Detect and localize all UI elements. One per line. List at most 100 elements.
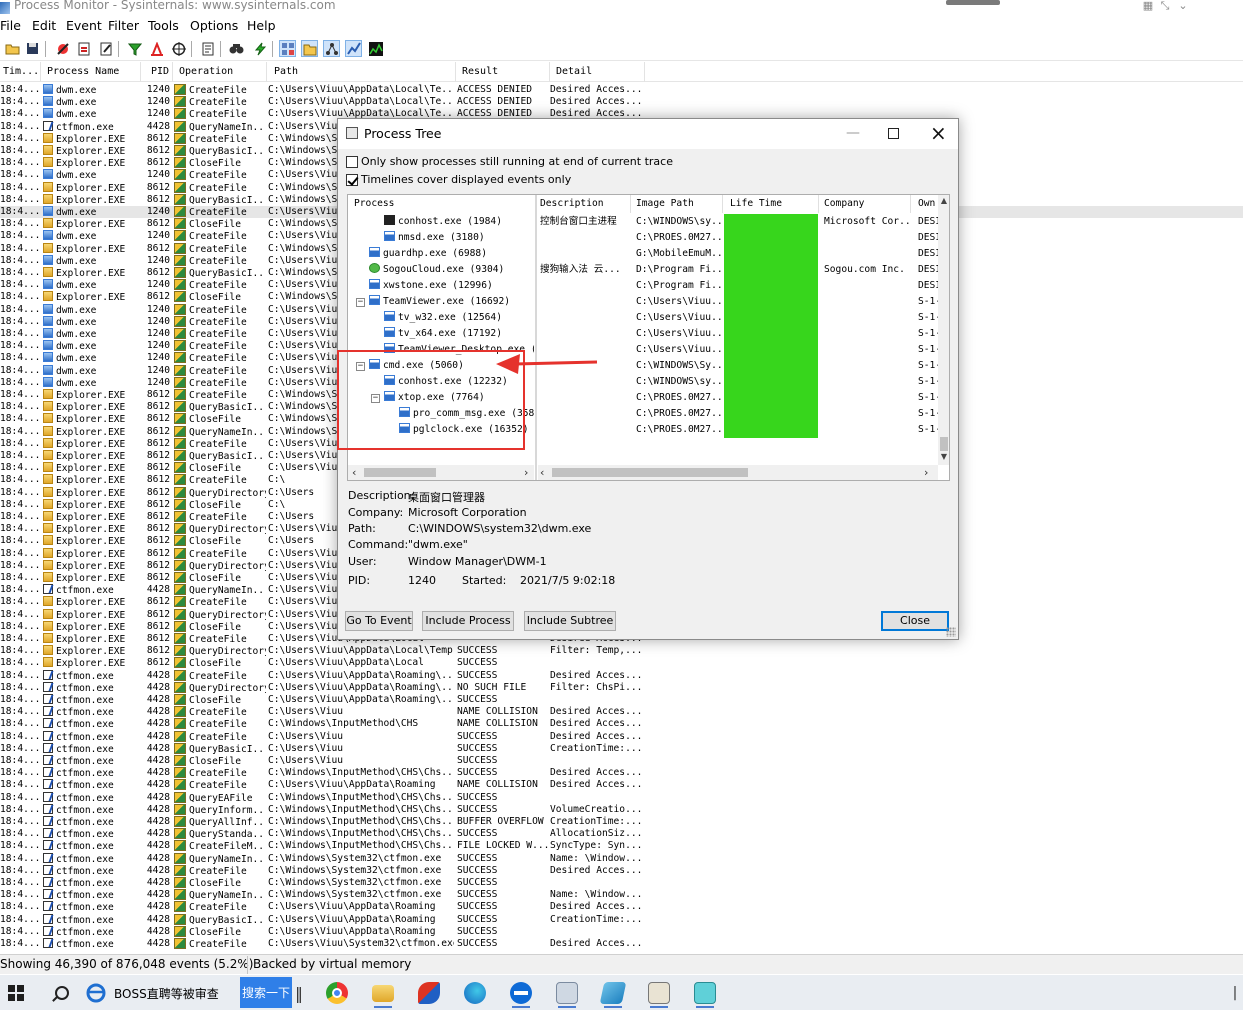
start-button[interactable]: [6, 978, 26, 1008]
network-activity-icon[interactable]: [323, 40, 340, 57]
taskbar-browser-task[interactable]: BOSS直聘等被审查: [86, 978, 236, 1008]
col-time[interactable]: Tim...: [3, 66, 39, 77]
table-row[interactable]: 18:4... ctfmon.exe 4428 CreateFile C:\Window…: [0, 767, 1243, 779]
minimize-icon[interactable]: —: [846, 125, 860, 141]
app-bird-icon[interactable]: [414, 978, 444, 1008]
search-icon[interactable]: [50, 978, 74, 1008]
menu-event[interactable]: Event: [66, 18, 102, 33]
scroll-left-icon[interactable]: ‹: [352, 466, 356, 479]
jump-icon[interactable]: [251, 40, 268, 57]
tree-node[interactable]: nmsd.exe (3180): [384, 230, 485, 246]
only-running-checkbox[interactable]: [346, 156, 358, 168]
col-detail[interactable]: Detail: [556, 66, 592, 77]
scroll-left-icon[interactable]: ‹: [540, 466, 544, 479]
table-row[interactable]: 18:4... ctfmon.exe 4428 CloseFile C:\Users\V…: [0, 694, 1243, 706]
table-row[interactable]: 18:4... dwm.exe 1240 CreateFile C:\Users\Viu…: [0, 84, 1243, 96]
teamviewer-icon[interactable]: [506, 978, 536, 1008]
table-row[interactable]: 18:4... ctfmon.exe 4428 QueryDirectory C:\Us…: [0, 681, 1243, 694]
pane-splitter[interactable]: [535, 195, 537, 480]
tree-col-company[interactable]: Company: [824, 195, 864, 213]
tree-node[interactable]: guardhp.exe (6988): [369, 246, 487, 262]
tree-collapse-icon[interactable]: −: [356, 298, 365, 307]
process-tree-icon[interactable]: [199, 40, 216, 57]
save-icon[interactable]: [24, 40, 41, 57]
process-activity-icon[interactable]: [345, 40, 362, 57]
target-icon[interactable]: [170, 40, 187, 57]
find-icon[interactable]: [228, 40, 245, 57]
window-drag-handle[interactable]: [946, 0, 1000, 5]
filter-icon[interactable]: [126, 40, 143, 57]
tree-left-hscrollbar[interactable]: ‹ ›: [348, 465, 534, 480]
search-button[interactable]: 搜索一下: [240, 977, 292, 1008]
tree-node[interactable]: SogouCloud.exe (9304): [369, 262, 504, 278]
table-row[interactable]: 18:4... Explorer.EXE 8612 QueryDirectory C:\…: [0, 645, 1243, 657]
tree-node[interactable]: conhost.exe (1984): [384, 214, 502, 230]
maximize-icon[interactable]: [888, 128, 899, 139]
chrome-icon[interactable]: [322, 978, 352, 1008]
clear-icon[interactable]: [97, 40, 114, 57]
table-row[interactable]: 18:4... ctfmon.exe 4428 CreateFile C:\Window…: [0, 718, 1243, 730]
resize-grip[interactable]: [946, 627, 956, 637]
close-icon[interactable]: ×: [930, 121, 947, 145]
col-path[interactable]: Path: [274, 66, 298, 77]
chevron-down-icon[interactable]: ⌄: [1176, 0, 1190, 12]
registry-activity-icon[interactable]: [279, 40, 296, 57]
profiling-icon[interactable]: [367, 40, 384, 57]
tree-col-owner[interactable]: Own: [918, 195, 935, 213]
table-row[interactable]: 18:4... ctfmon.exe 4428 QueryEAFile C:\Windo…: [0, 791, 1243, 804]
scroll-right-icon[interactable]: ›: [924, 466, 928, 479]
include-subtree-button[interactable]: Include Subtree: [524, 611, 616, 631]
timelines-checkbox[interactable]: [346, 174, 358, 186]
close-button[interactable]: Close: [881, 611, 949, 631]
table-row[interactable]: 18:4... ctfmon.exe 4428 CreateFile C:\Users\…: [0, 706, 1243, 718]
scroll-up-icon[interactable]: ▲: [938, 195, 949, 207]
table-row[interactable]: 18:4... ctfmon.exe 4428 CloseFile C:\Windows…: [0, 877, 1243, 889]
tree-right-hscrollbar[interactable]: ‹ ›: [538, 465, 938, 480]
scroll-thumb[interactable]: [552, 468, 748, 477]
autoscroll-icon[interactable]: [75, 40, 92, 57]
highlight-icon[interactable]: [148, 40, 165, 57]
table-row[interactable]: 18:4... ctfmon.exe 4428 QueryInform... C:\Wi…: [0, 803, 1243, 816]
scroll-thumb[interactable]: [364, 468, 436, 477]
table-row[interactable]: 18:4... ctfmon.exe 4428 CloseFile C:\Users\V…: [0, 925, 1243, 938]
col-pid[interactable]: PID: [151, 66, 169, 77]
tree-node[interactable]: xwstone.exe (12996): [369, 278, 493, 294]
tree-col-process[interactable]: Process: [354, 195, 394, 213]
app-folder-icon[interactable]: [644, 978, 674, 1008]
table-row[interactable]: 18:4... ctfmon.exe 4428 QueryAllInf... C:\Wi…: [0, 816, 1243, 828]
menu-filter[interactable]: Filter: [108, 18, 139, 33]
col-operation[interactable]: Operation: [179, 66, 233, 77]
app-window-icon[interactable]: [552, 978, 582, 1008]
table-row[interactable]: 18:4... ctfmon.exe 4428 CreateFile C:\Users\…: [0, 901, 1243, 913]
menu-file[interactable]: File: [0, 18, 21, 33]
file-explorer-icon[interactable]: [368, 978, 398, 1008]
table-row[interactable]: 18:4... ctfmon.exe 4428 CloseFile C:\Users\V…: [0, 755, 1243, 767]
table-row[interactable]: 18:4... ctfmon.exe 4428 CreateFile C:\Window…: [0, 864, 1243, 877]
include-process-button[interactable]: Include Process: [422, 611, 514, 631]
table-row[interactable]: 18:4... ctfmon.exe 4428 QueryNameIn... C:\Wi…: [0, 889, 1243, 901]
table-row[interactable]: 18:4... Explorer.EXE 8612 CloseFile C:\Users…: [0, 657, 1243, 669]
tree-col-life-time[interactable]: Life Time: [730, 195, 782, 213]
menu-help[interactable]: Help: [247, 18, 276, 33]
table-row[interactable]: 18:4... ctfmon.exe 4428 CreateFile C:\Users\…: [0, 669, 1243, 682]
app-notebook-icon[interactable]: [598, 978, 628, 1008]
table-row[interactable]: 18:4... ctfmon.exe 4428 QueryBasicI... C:\Us…: [0, 742, 1243, 755]
table-row[interactable]: 18:4... ctfmon.exe 4428 CreateFileM... C:\Wi…: [0, 840, 1243, 852]
tree-node[interactable]: tv_w32.exe (12564): [384, 310, 502, 326]
capture-icon[interactable]: [54, 40, 71, 57]
tree-col-description[interactable]: Description: [540, 195, 604, 213]
scroll-right-icon[interactable]: ›: [524, 466, 528, 479]
tree-node[interactable]: TeamViewer.exe (16692): [369, 294, 510, 310]
scroll-thumb[interactable]: [940, 437, 948, 451]
table-row[interactable]: 18:4... ctfmon.exe 4428 CreateFile C:\Users\…: [0, 938, 1243, 950]
open-icon[interactable]: [4, 40, 21, 57]
file-activity-icon[interactable]: [301, 40, 318, 57]
table-row[interactable]: 18:4... dwm.exe 1240 CreateFile C:\Users\Viu…: [0, 96, 1243, 108]
table-row[interactable]: 18:4... ctfmon.exe 4428 QueryNameIn... C:\Wi…: [0, 852, 1243, 865]
col-process-name[interactable]: Process Name: [47, 66, 119, 77]
table-row[interactable]: 18:4... ctfmon.exe 4428 QueryBasicI... C:\Us…: [0, 913, 1243, 926]
go-to-event-button[interactable]: Go To Event: [345, 611, 413, 631]
snap-layout-icon[interactable]: ▦: [1141, 0, 1155, 12]
col-result[interactable]: Result: [462, 66, 498, 77]
tree-vertical-scrollbar[interactable]: ▲ ▼: [938, 195, 949, 465]
